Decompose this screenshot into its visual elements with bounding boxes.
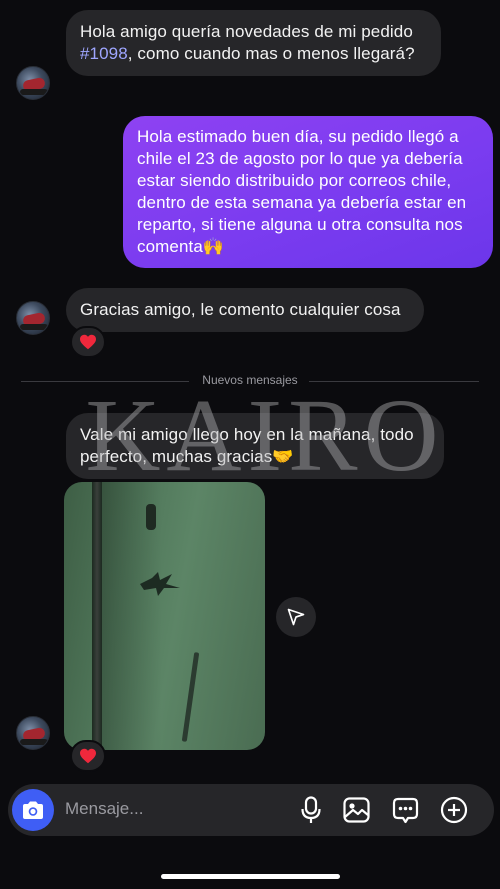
message-composer: Mensaje... [8,784,494,836]
message-text: Gracias amigo, le comento cualquier cosa [80,300,401,319]
contact-avatar[interactable] [16,301,50,335]
reaction-badge[interactable] [70,326,106,358]
message-bubble-outgoing[interactable]: Hola estimado buen día, su pedido llegó … [123,116,493,268]
image-icon [342,797,370,823]
chat-bubble-icon [392,797,419,824]
reaction-badge[interactable] [70,740,106,772]
camera-button[interactable] [12,789,54,831]
message-input[interactable]: Mensaje... [65,799,143,819]
message-bubble-incoming[interactable]: Hola amigo quería novedades de mi pedido… [66,10,441,76]
more-button[interactable] [440,796,468,824]
plus-icon [440,796,468,824]
message-bubble-incoming[interactable]: Gracias amigo, le comento cualquier cosa [66,288,424,332]
contact-avatar[interactable] [16,716,50,750]
share-button[interactable] [276,597,316,637]
gallery-button[interactable] [342,796,370,824]
home-indicator[interactable] [161,874,340,879]
heart-icon [79,748,97,764]
sticker-button[interactable] [391,796,419,824]
contact-avatar[interactable] [16,66,50,100]
order-number-link[interactable]: #1098 [80,44,128,63]
photo-zipper [92,482,102,750]
paper-plane-icon [286,607,306,627]
photo-pocket-zip [181,652,200,742]
message-text: Hola amigo quería novedades de mi pedido [80,22,413,41]
kairo-watermark: KAIRO [85,378,445,493]
camera-icon [21,800,45,820]
message-text: , como cuando mas o menos llegará? [127,44,415,63]
microphone-icon [300,796,322,824]
archaeopteryx-logo-icon [138,570,182,603]
microphone-button[interactable] [297,796,325,824]
jacket-photo[interactable] [64,482,265,750]
heart-icon [79,334,97,350]
photo-cord [146,504,156,530]
message-text: Hola estimado buen día, su pedido llegó … [137,127,467,256]
